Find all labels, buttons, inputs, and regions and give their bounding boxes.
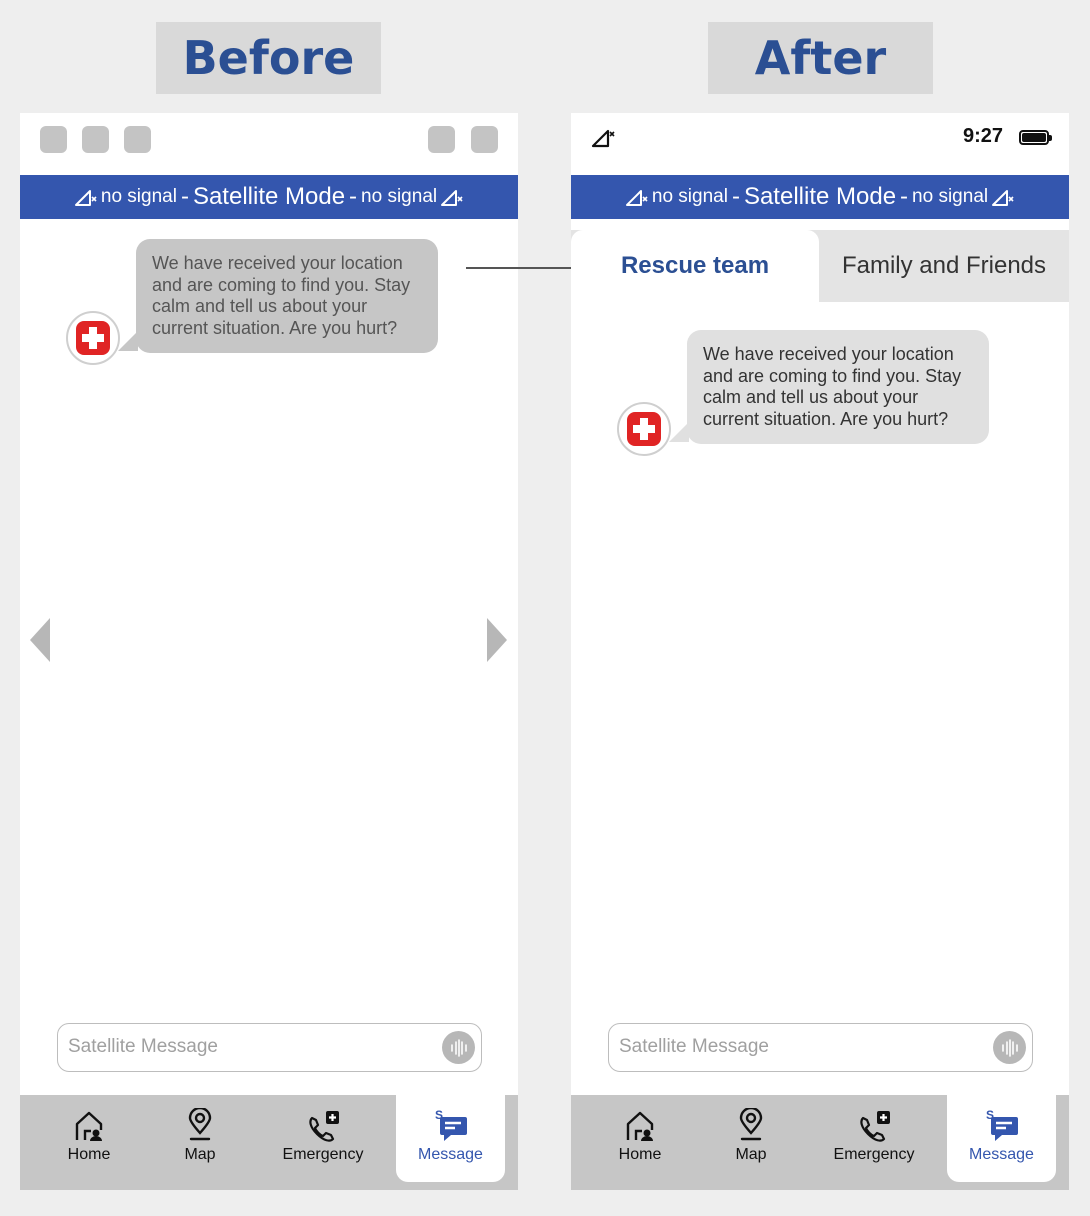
bubble-tail bbox=[118, 331, 138, 351]
nav-label: Home bbox=[67, 1146, 111, 1163]
nav-label: Message bbox=[418, 1146, 483, 1163]
rescue-avatar bbox=[617, 402, 671, 456]
satellite-message-icon: S bbox=[435, 1108, 467, 1141]
satellite-mode-bar: no signal - Satellite Mode - no signal bbox=[20, 175, 518, 219]
bottom-navigation: Home Map Emergency S Message bbox=[20, 1095, 518, 1190]
home-icon bbox=[626, 1111, 654, 1141]
message-bubble: We have received your location and are c… bbox=[687, 330, 989, 444]
rescue-avatar bbox=[66, 311, 120, 365]
nav-emergency[interactable]: Emergency bbox=[823, 1095, 925, 1182]
nav-label: Home bbox=[618, 1146, 662, 1163]
emergency-call-icon bbox=[309, 1111, 339, 1142]
nav-emergency[interactable]: Emergency bbox=[272, 1095, 374, 1182]
status-placeholder-icon bbox=[40, 126, 67, 153]
after-label: After bbox=[708, 22, 933, 94]
signal-off-icon bbox=[441, 190, 463, 206]
signal-off-icon bbox=[625, 190, 648, 206]
no-signal-right: no signal bbox=[361, 186, 438, 207]
nav-label: Emergency bbox=[833, 1146, 915, 1163]
status-placeholder-icon bbox=[124, 126, 151, 153]
satellite-message-icon: S bbox=[986, 1108, 1018, 1141]
after-screen: 9:27 no signal - Satellite Mode - no sig… bbox=[571, 113, 1069, 1190]
before-label: Before bbox=[156, 22, 381, 94]
battery-icon bbox=[1019, 130, 1052, 145]
tab-family-and-friends[interactable]: Family and Friends bbox=[819, 230, 1069, 302]
message-input-field[interactable] bbox=[608, 1023, 1033, 1072]
separator: - bbox=[180, 183, 189, 210]
microphone-icon[interactable] bbox=[442, 1031, 475, 1064]
chevron-right-icon[interactable] bbox=[487, 618, 507, 662]
message-input-field[interactable] bbox=[57, 1023, 482, 1072]
signal-off-icon bbox=[992, 190, 1014, 206]
status-placeholder-icon bbox=[471, 126, 498, 153]
nav-message[interactable]: S Message bbox=[947, 1095, 1056, 1182]
status-time: 9:27 bbox=[962, 125, 1003, 147]
home-icon bbox=[75, 1111, 103, 1141]
status-bar-placeholder bbox=[20, 113, 518, 175]
satellite-mode-title: Satellite Mode bbox=[743, 183, 897, 210]
separator: - bbox=[731, 183, 740, 210]
rescue-cross-icon bbox=[627, 412, 661, 446]
status-placeholder-icon bbox=[82, 126, 109, 153]
nav-message[interactable]: S Message bbox=[396, 1095, 505, 1182]
emergency-call-icon bbox=[860, 1111, 890, 1142]
satellite-message-input[interactable] bbox=[68, 1024, 428, 1070]
microphone-icon[interactable] bbox=[993, 1031, 1026, 1064]
satellite-message-input[interactable] bbox=[619, 1024, 979, 1070]
nav-map[interactable]: Map bbox=[716, 1095, 786, 1182]
no-signal-right: no signal bbox=[912, 186, 989, 207]
no-signal-left: no signal bbox=[100, 186, 177, 207]
chat-message: We have received your location and are c… bbox=[617, 330, 989, 456]
nav-home[interactable]: Home bbox=[50, 1095, 128, 1182]
nav-map[interactable]: Map bbox=[165, 1095, 235, 1182]
map-pin-icon bbox=[188, 1108, 212, 1141]
chevron-left-icon[interactable] bbox=[30, 618, 50, 662]
nav-label: Map bbox=[735, 1146, 767, 1163]
nav-label: Emergency bbox=[282, 1146, 364, 1163]
message-bubble: We have received your location and are c… bbox=[136, 239, 438, 353]
tab-rescue-team[interactable]: Rescue team bbox=[571, 230, 819, 302]
nav-home[interactable]: Home bbox=[601, 1095, 679, 1182]
no-signal-left: no signal bbox=[651, 186, 728, 207]
chat-tabs: Rescue team Family and Friends bbox=[571, 230, 1069, 302]
separator: - bbox=[349, 183, 358, 210]
bottom-navigation: Home Map Emergency S Message bbox=[571, 1095, 1069, 1190]
rescue-cross-icon bbox=[76, 321, 110, 355]
satellite-mode-title: Satellite Mode bbox=[192, 183, 346, 210]
map-pin-icon bbox=[739, 1108, 763, 1141]
before-screen: no signal - Satellite Mode - no signal W… bbox=[20, 113, 518, 1190]
nav-label: Map bbox=[184, 1146, 216, 1163]
status-placeholder-icon bbox=[428, 126, 455, 153]
satellite-mode-bar: no signal - Satellite Mode - no signal bbox=[571, 175, 1069, 219]
chat-message: We have received your location and are c… bbox=[66, 239, 438, 365]
nav-label: Message bbox=[969, 1146, 1034, 1163]
bubble-tail bbox=[669, 422, 689, 442]
signal-off-icon bbox=[74, 190, 97, 206]
separator: - bbox=[900, 183, 909, 210]
status-bar: 9:27 bbox=[571, 113, 1069, 175]
signal-off-icon bbox=[591, 129, 615, 148]
